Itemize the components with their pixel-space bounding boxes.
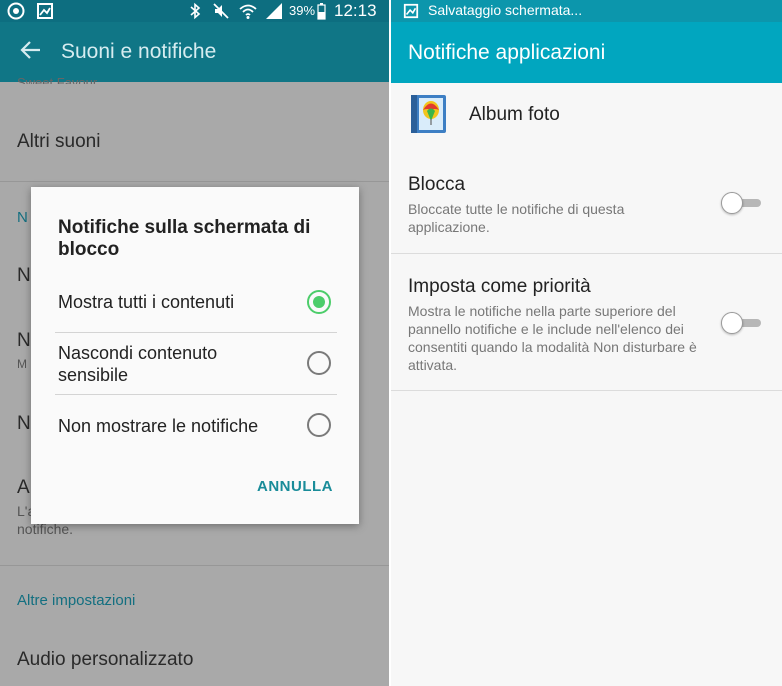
setting-description: Bloccate tutte le notifiche di questa ap… bbox=[408, 201, 625, 235]
cut-off-setting-value: Sweet Favour bbox=[17, 76, 98, 84]
left-screen: 39% 12:13 Suoni e notifiche Sweet Favour… bbox=[0, 0, 389, 686]
option-label: Non mostrare le notifiche bbox=[58, 416, 259, 436]
status-bar: 39% 12:13 bbox=[0, 0, 389, 22]
divider bbox=[391, 390, 782, 391]
list-item-audio-personalizzato[interactable]: Audio personalizzato bbox=[17, 649, 193, 671]
setting-title: Blocca bbox=[408, 174, 466, 195]
clock: 12:13 bbox=[334, 1, 377, 20]
list-item-altri-suoni[interactable]: Altri suoni bbox=[17, 131, 100, 153]
page-title: Notifiche applicazioni bbox=[408, 41, 606, 64]
gallery-notification-icon bbox=[37, 3, 53, 19]
page-title: Suoni e notifiche bbox=[61, 40, 217, 63]
divider bbox=[0, 181, 389, 182]
mute-icon bbox=[213, 3, 229, 19]
app-bar: Notifiche applicazioni bbox=[391, 22, 782, 83]
wifi-icon bbox=[239, 4, 257, 19]
status-notification-text: Salvataggio schermata... bbox=[428, 2, 583, 18]
dialog-title: Notifiche sulla schermata di blocco bbox=[58, 217, 311, 260]
partial-list-item[interactable]: N bbox=[17, 330, 31, 352]
divider bbox=[55, 394, 337, 395]
toggle-thumb bbox=[721, 192, 743, 214]
bluetooth-icon bbox=[190, 2, 201, 20]
option-label: Mostra tutti i contenuti bbox=[58, 292, 235, 312]
target-icon bbox=[7, 2, 25, 20]
section-header-altre-impostazioni: Altre impostazioni bbox=[17, 592, 136, 609]
cancel-button[interactable]: ANNULLA bbox=[257, 478, 333, 495]
partial-list-item[interactable]: N bbox=[17, 265, 31, 287]
right-screen: Salvataggio schermata... Notifiche appli… bbox=[391, 0, 782, 686]
partial-list-subtext: M bbox=[17, 357, 27, 371]
radio-unselected[interactable] bbox=[307, 413, 331, 437]
partial-list-item[interactable]: N bbox=[17, 413, 31, 435]
battery-icon bbox=[317, 3, 326, 20]
divider bbox=[0, 565, 389, 566]
app-name: Album foto bbox=[469, 104, 560, 125]
app-bar: Suoni e notifiche bbox=[0, 22, 389, 82]
lock-screen-notifications-dialog: Notifiche sulla schermata di blocco Most… bbox=[31, 187, 359, 524]
status-bar: Salvataggio schermata... bbox=[391, 0, 782, 22]
gallery-notification-icon bbox=[403, 3, 419, 19]
radio-selected[interactable] bbox=[307, 290, 331, 314]
setting-description: Mostra le notifiche nella parte superior… bbox=[408, 303, 697, 373]
partial-list-item[interactable]: A bbox=[17, 477, 30, 499]
battery-percent: 39% bbox=[289, 3, 316, 18]
divider bbox=[55, 332, 337, 333]
album-foto-app-icon bbox=[411, 95, 446, 133]
blocca-toggle[interactable] bbox=[721, 192, 761, 214]
partial-section-header: N bbox=[17, 209, 28, 226]
option-label: Nascondi contenuto sensibile bbox=[58, 343, 218, 385]
back-arrow-icon[interactable] bbox=[18, 36, 46, 64]
priorita-toggle[interactable] bbox=[721, 312, 761, 334]
toggle-thumb bbox=[721, 312, 743, 334]
signal-icon bbox=[266, 3, 282, 19]
divider bbox=[391, 253, 782, 254]
radio-unselected[interactable] bbox=[307, 351, 331, 375]
setting-title: Imposta come priorità bbox=[408, 276, 591, 297]
